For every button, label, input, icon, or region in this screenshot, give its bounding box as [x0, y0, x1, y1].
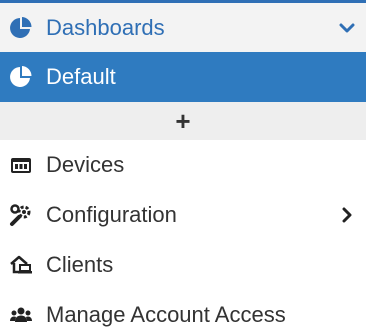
users-icon: [8, 302, 34, 328]
nav-item-devices[interactable]: Devices: [0, 140, 366, 190]
nav-item-configuration[interactable]: Configuration: [0, 190, 366, 240]
nav-item-clients[interactable]: Clients: [0, 240, 366, 290]
add-dashboard-button[interactable]: +: [0, 102, 366, 140]
nav-item-default-label: Default: [46, 64, 116, 89]
home-laptop-icon: [8, 252, 34, 278]
wrench-gear-icon: [8, 202, 34, 228]
device-icon: [8, 152, 34, 178]
nav-item-default[interactable]: Default: [0, 52, 366, 102]
nav-item-configuration-label: Configuration: [46, 202, 177, 227]
chevron-right-icon[interactable]: [338, 206, 356, 224]
nav-item-clients-label: Clients: [46, 252, 114, 277]
nav-dashboards-header[interactable]: Dashboards: [0, 3, 366, 52]
plus-icon: +: [175, 106, 191, 136]
nav-item-manage-account-access-label: Manage Account Access: [46, 302, 286, 327]
pie-chart-icon: [8, 64, 34, 90]
nav-dashboards-label: Dashboards: [46, 14, 165, 40]
pie-chart-icon: [8, 15, 34, 41]
nav-item-devices-label: Devices: [46, 152, 125, 177]
nav-item-manage-account-access[interactable]: Manage Account Access: [0, 290, 366, 329]
chevron-down-icon[interactable]: [338, 19, 356, 37]
